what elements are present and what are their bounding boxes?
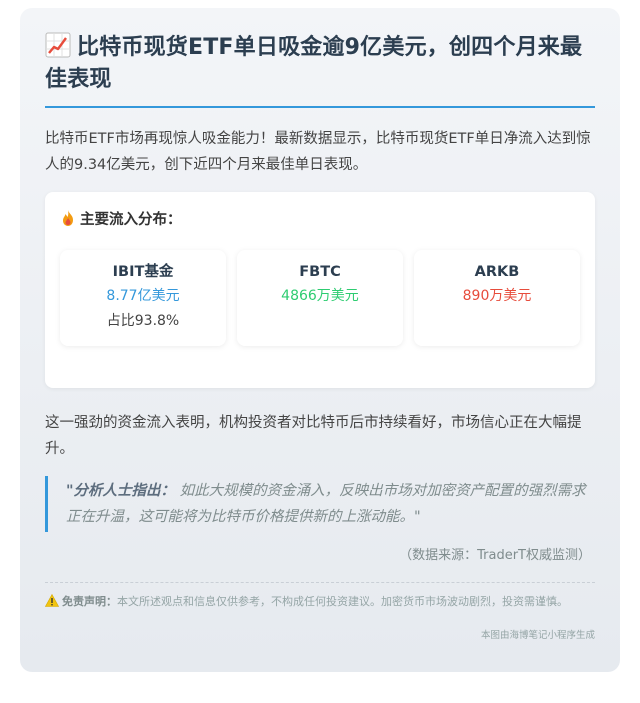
distribution-heading: 主要流入分布： — [60, 208, 580, 232]
footer-credit: 本图由海博笔记小程序生成 — [480, 630, 595, 641]
disclaimer: 免责声明：本文所述观点和信息仅供参考，不构成任何投资建议。加密货币市场波动剧烈，… — [45, 593, 595, 611]
warning-icon — [45, 594, 59, 607]
fund-card-fbtc: FBTC 4866万美元 — [237, 250, 403, 346]
disclaimer-text: 本文所述观点和信息仅供参考，不构成任何投资建议。加密货币市场波动剧烈，投资需谨慎… — [117, 595, 568, 608]
fund-amount: 890万美元 — [462, 288, 532, 304]
article-title: 比特币现货ETF单日吸金逾9亿美元，创四个月来最佳表现 — [45, 35, 583, 92]
fund-share: 占比93.8% — [106, 313, 180, 329]
data-source: （数据来源：TraderT权威监测） — [399, 548, 591, 563]
fire-icon — [63, 210, 73, 226]
fund-list: IBIT基金 8.77亿美元 占比93.8% FBTC 4866万美元 ARKB… — [60, 250, 580, 346]
chart-up-icon — [45, 32, 71, 58]
distribution-heading-text: 主要流入分布： — [80, 212, 182, 228]
intro-paragraph: 比特币ETF市场再现惊人吸金能力！最新数据显示，比特币现货ETF单日净流入达到惊… — [45, 131, 591, 173]
analyst-quote: "分析人士指出： 如此大规模的资金涌入，反映出市场对加密资产配置的强烈需求正在升… — [45, 476, 595, 532]
fund-card-ibit: IBIT基金 8.77亿美元 占比93.8% — [60, 250, 226, 346]
fund-name: ARKB — [474, 264, 520, 280]
fund-name: IBIT基金 — [112, 264, 174, 280]
article-card: 比特币现货ETF单日吸金逾9亿美元，创四个月来最佳表现 比特币ETF市场再现惊人… — [20, 8, 620, 672]
inflow-distribution-panel: 主要流入分布： IBIT基金 8.77亿美元 占比93.8% FBTC 4866… — [45, 192, 595, 388]
analysis-paragraph: 这一强劲的资金流入表明，机构投资者对比特币后市持续看好，市场信心正在大幅提升。 — [45, 415, 582, 457]
fund-amount: 4866万美元 — [281, 288, 359, 304]
fund-amount: 8.77亿美元 — [106, 288, 180, 304]
quote-lead: "分析人士指出： — [66, 483, 176, 499]
fund-name: FBTC — [299, 264, 341, 280]
disclaimer-label: 免责声明： — [62, 595, 117, 608]
article-title-block: 比特币现货ETF单日吸金逾9亿美元，创四个月来最佳表现 — [45, 32, 595, 108]
divider — [45, 582, 595, 583]
fund-card-arkb: ARKB 890万美元 — [414, 250, 580, 346]
